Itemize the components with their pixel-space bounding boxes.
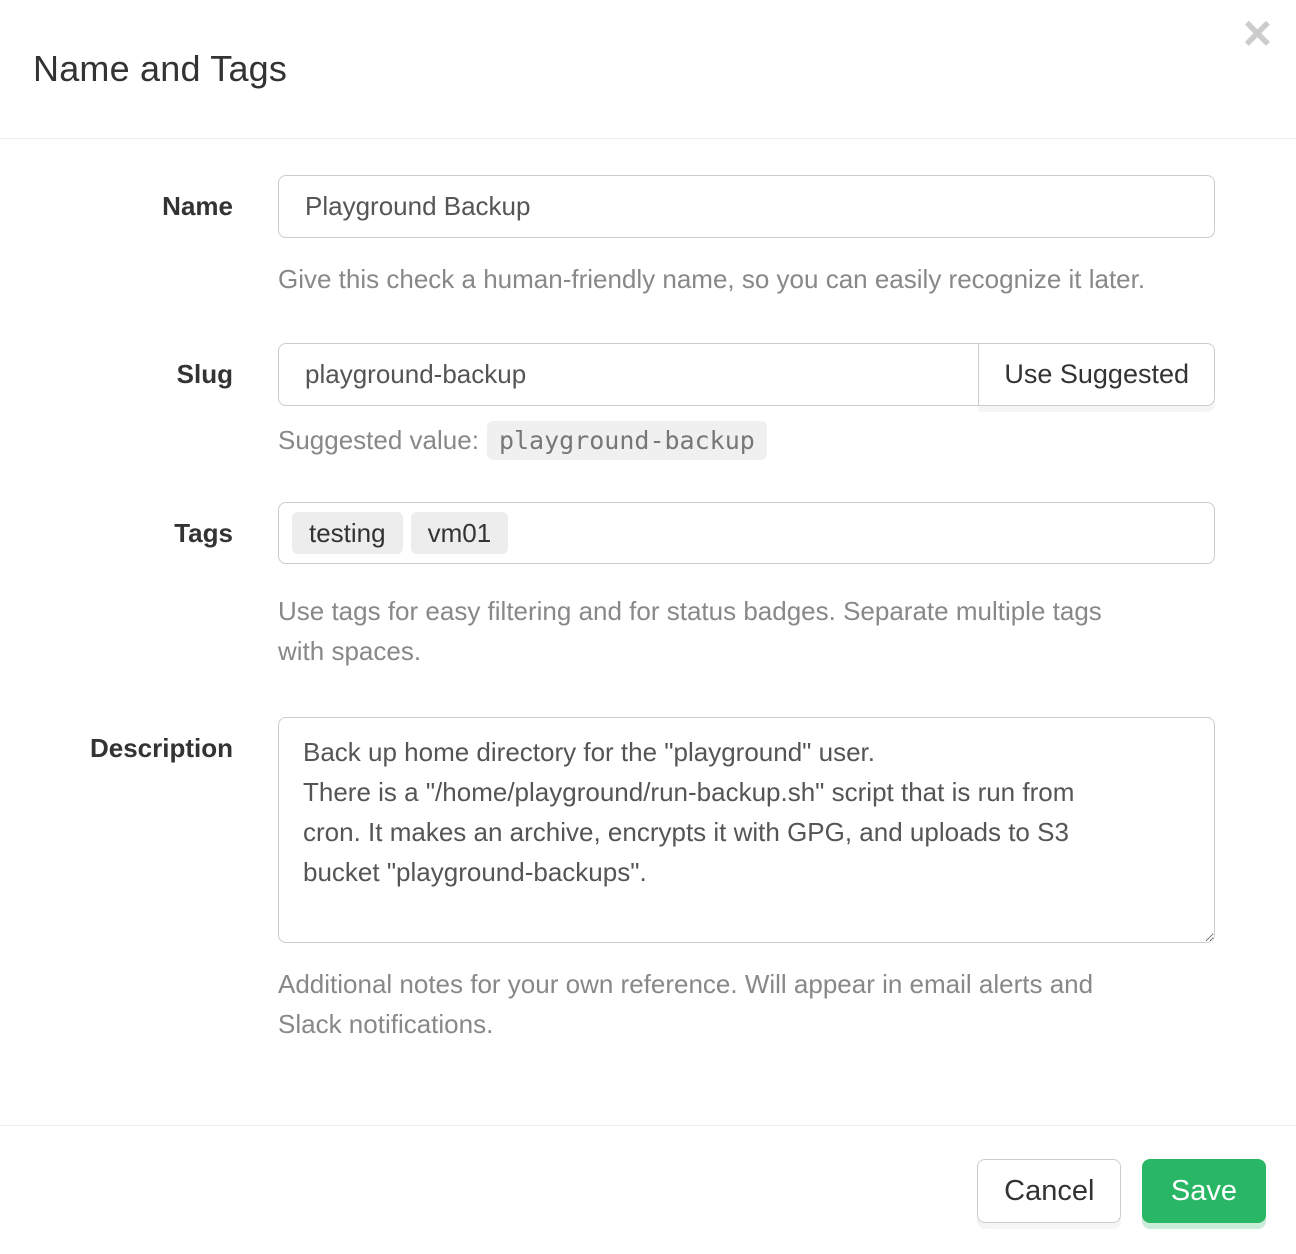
dialog-header: Name and Tags × [0,0,1296,139]
tags-field-row: Tags testing vm01 Use tags for easy filt… [0,502,1296,671]
description-textarea[interactable]: Back up home directory for the "playgrou… [278,717,1215,943]
description-control-col: Back up home directory for the "playgrou… [278,717,1215,1044]
close-icon[interactable]: × [1243,8,1272,58]
dialog-footer: Cancel Save [0,1125,1296,1254]
tag-chip[interactable]: testing [292,512,403,554]
slug-input-group: Use Suggested [278,343,1215,406]
dialog-body: Name Give this check a human-friendly na… [0,139,1296,1050]
description-field-row: Description Back up home directory for t… [0,717,1296,1044]
name-help-text: Give this check a human-friendly name, s… [278,259,1215,299]
suggested-value-prefix: Suggested value: [278,425,479,455]
name-input[interactable] [278,175,1215,238]
tags-input[interactable]: testing vm01 [278,502,1215,564]
description-label: Description [0,717,233,1044]
tags-help-text: Use tags for easy filtering and for stat… [278,591,1215,671]
tags-help-line-2: with spaces. [278,631,1215,671]
name-label: Name [0,175,233,299]
slug-label: Slug [0,343,233,456]
suggested-value-row: Suggested value:playground-backup [278,425,1215,456]
name-control-col: Give this check a human-friendly name, s… [278,175,1215,299]
save-button[interactable]: Save [1142,1159,1266,1223]
description-help-line-2: Slack notifications. [278,1004,1215,1044]
description-help-line-1: Additional notes for your own reference.… [278,964,1215,1004]
tags-control-col: testing vm01 Use tags for easy filtering… [278,502,1215,671]
cancel-button[interactable]: Cancel [977,1159,1121,1223]
name-and-tags-dialog: Name and Tags × Name Give this check a h… [0,0,1296,1254]
slug-control-col: Use Suggested Suggested value:playground… [278,343,1215,456]
slug-input[interactable] [278,343,979,406]
description-help-text: Additional notes for your own reference.… [278,964,1215,1044]
tags-label: Tags [0,502,233,671]
slug-field-row: Slug Use Suggested Suggested value:playg… [0,343,1296,456]
tag-chip[interactable]: vm01 [411,512,509,554]
tags-help-line-1: Use tags for easy filtering and for stat… [278,591,1215,631]
dialog-title: Name and Tags [33,48,287,90]
name-field-row: Name Give this check a human-friendly na… [0,175,1296,299]
suggested-value-code: playground-backup [487,421,767,460]
use-suggested-button[interactable]: Use Suggested [978,343,1215,406]
